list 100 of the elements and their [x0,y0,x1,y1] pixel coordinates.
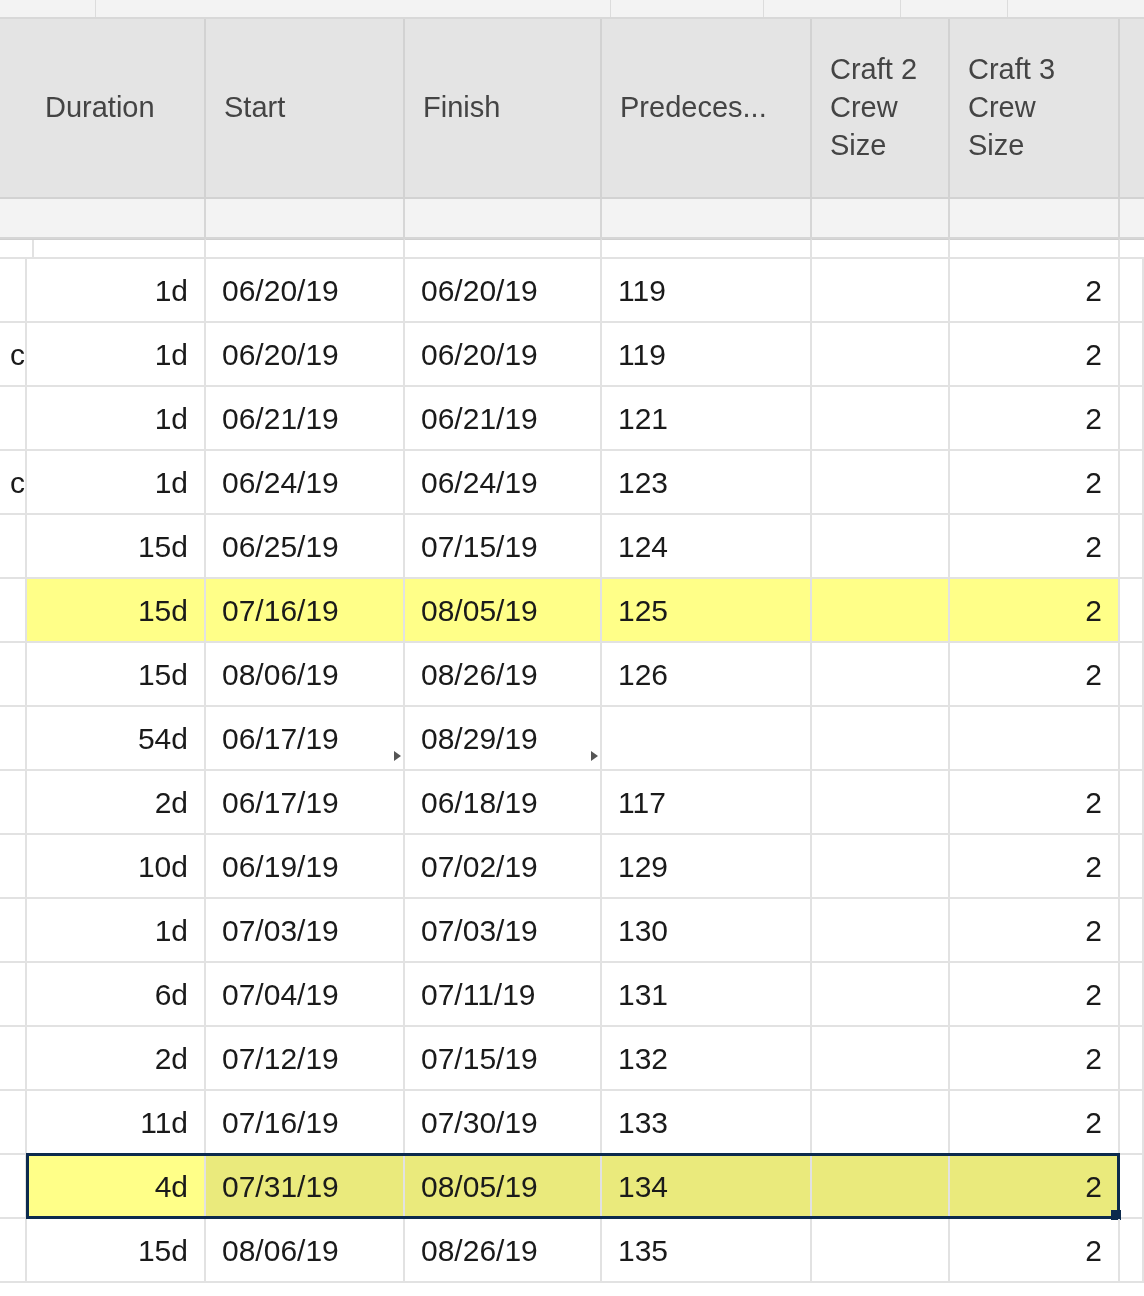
table-cell[interactable]: 125 [602,579,812,643]
table-cell[interactable]: 06/17/19 [206,771,405,835]
column-header[interactable]: Start [206,19,405,199]
table-cell[interactable]: 1d [27,899,206,963]
table-row[interactable]: 54d 06/17/19 08/29/19 [0,707,1144,771]
table-cell[interactable]: 134 [602,1155,812,1219]
table-cell[interactable]: 132 [602,1027,812,1091]
table-cell[interactable] [602,707,812,771]
table-row[interactable]: 10d 06/19/19 07/02/19 129 2 [0,835,1144,899]
table-cell[interactable]: 08/26/19 [405,643,602,707]
expand-arrow-icon[interactable] [591,751,598,761]
column-header[interactable]: Craft 2 Crew Size [812,19,950,199]
table-cell[interactable] [812,707,950,771]
table-cell[interactable]: 1d [27,323,206,387]
table-cell[interactable] [812,963,950,1027]
table-cell[interactable]: 2 [950,259,1120,323]
table-row[interactable]: 4d 07/31/19 08/05/19 134 2 [0,1155,1144,1219]
fill-handle[interactable] [1111,1210,1121,1220]
table-cell[interactable]: 07/16/19 [206,579,405,643]
table-cell[interactable]: 06/20/19 [405,323,602,387]
table-cell[interactable] [812,1027,950,1091]
table-cell[interactable] [950,707,1120,771]
table-row[interactable]: 15d 08/06/19 08/26/19 126 2 [0,643,1144,707]
table-cell[interactable] [812,579,950,643]
table-cell[interactable]: 08/06/19 [206,1219,405,1283]
table-cell[interactable]: 10d [27,835,206,899]
table-row[interactable]: c 1d 06/24/19 06/24/19 123 2 [0,451,1144,515]
table-cell[interactable]: 2d [27,771,206,835]
table-cell[interactable]: 08/06/19 [206,643,405,707]
table-cell[interactable]: 121 [602,387,812,451]
column-header[interactable]: Finish [405,19,602,199]
table-cell[interactable]: 06/17/19 [206,707,405,771]
table-row[interactable]: 1d 06/20/19 06/20/19 119 2 [0,259,1144,323]
table-cell[interactable] [812,451,950,515]
table-cell[interactable] [812,771,950,835]
table-cell[interactable]: 131 [602,963,812,1027]
table-cell[interactable] [812,387,950,451]
table-cell[interactable]: 119 [602,259,812,323]
table-cell[interactable]: 2 [950,579,1120,643]
table-cell[interactable]: 126 [602,643,812,707]
table-cell[interactable] [812,323,950,387]
expand-arrow-icon[interactable] [394,751,401,761]
table-cell[interactable]: 2 [950,1155,1120,1219]
table-row[interactable]: 15d 08/06/19 08/26/19 135 2 [0,1219,1144,1283]
table-row[interactable]: 2d 06/17/19 06/18/19 117 2 [0,771,1144,835]
table-cell[interactable] [812,835,950,899]
table-cell[interactable]: 2 [950,643,1120,707]
table-cell[interactable]: 07/11/19 [405,963,602,1027]
table-cell[interactable]: 2d [27,1027,206,1091]
table-row[interactable]: 1d 06/21/19 06/21/19 121 2 [0,387,1144,451]
table-cell[interactable]: 2 [950,963,1120,1027]
table-cell[interactable]: 117 [602,771,812,835]
table-cell[interactable]: 6d [27,963,206,1027]
table-cell[interactable]: 06/21/19 [206,387,405,451]
column-header[interactable]: Craft 3 Crew Size [950,19,1120,199]
table-cell[interactable]: 06/20/19 [206,259,405,323]
table-cell[interactable]: 2 [950,899,1120,963]
table-cell[interactable]: 119 [602,323,812,387]
table-row[interactable]: 6d 07/04/19 07/11/19 131 2 [0,963,1144,1027]
table-row[interactable]: 15d 07/16/19 08/05/19 125 2 [0,579,1144,643]
table-row[interactable]: c 1d 06/20/19 06/20/19 119 2 [0,323,1144,387]
table-cell[interactable]: 07/12/19 [206,1027,405,1091]
table-cell[interactable]: 06/24/19 [206,451,405,515]
table-cell[interactable] [812,1219,950,1283]
table-row[interactable]: 2d 07/12/19 07/15/19 132 2 [0,1027,1144,1091]
table-cell[interactable]: 2 [950,771,1120,835]
table-cell[interactable]: 07/04/19 [206,963,405,1027]
table-cell[interactable] [812,899,950,963]
table-cell[interactable]: 08/26/19 [405,1219,602,1283]
table-cell[interactable]: 15d [27,579,206,643]
table-cell[interactable]: 15d [27,643,206,707]
table-cell[interactable]: 08/05/19 [405,579,602,643]
table-cell[interactable]: 08/05/19 [405,1155,602,1219]
table-cell[interactable]: 07/15/19 [405,1027,602,1091]
table-cell[interactable]: 06/19/19 [206,835,405,899]
table-cell[interactable]: 54d [27,707,206,771]
table-cell[interactable] [812,643,950,707]
table-cell[interactable]: 123 [602,451,812,515]
table-cell[interactable]: 2 [950,387,1120,451]
table-cell[interactable]: 07/02/19 [405,835,602,899]
table-cell[interactable]: 06/20/19 [206,323,405,387]
table-cell[interactable]: 2 [950,1219,1120,1283]
table-row[interactable]: 1d 07/03/19 07/03/19 130 2 [0,899,1144,963]
table-cell[interactable] [812,1155,950,1219]
table-cell[interactable]: 130 [602,899,812,963]
table-cell[interactable]: 2 [950,451,1120,515]
table-cell[interactable]: 2 [950,835,1120,899]
table-cell[interactable]: 1d [27,387,206,451]
table-cell[interactable]: 4d [27,1155,206,1219]
table-cell[interactable]: 1d [27,259,206,323]
table-cell[interactable]: 07/03/19 [405,899,602,963]
table-cell[interactable]: 129 [602,835,812,899]
table-cell[interactable]: 07/03/19 [206,899,405,963]
table-cell[interactable]: 15d [27,1219,206,1283]
table-cell[interactable]: 06/20/19 [405,259,602,323]
table-cell[interactable]: 06/21/19 [405,387,602,451]
table-cell[interactable]: 08/29/19 [405,707,602,771]
table-cell[interactable]: 2 [950,323,1120,387]
column-header[interactable]: Predeces... [602,19,812,199]
table-cell[interactable]: 06/18/19 [405,771,602,835]
